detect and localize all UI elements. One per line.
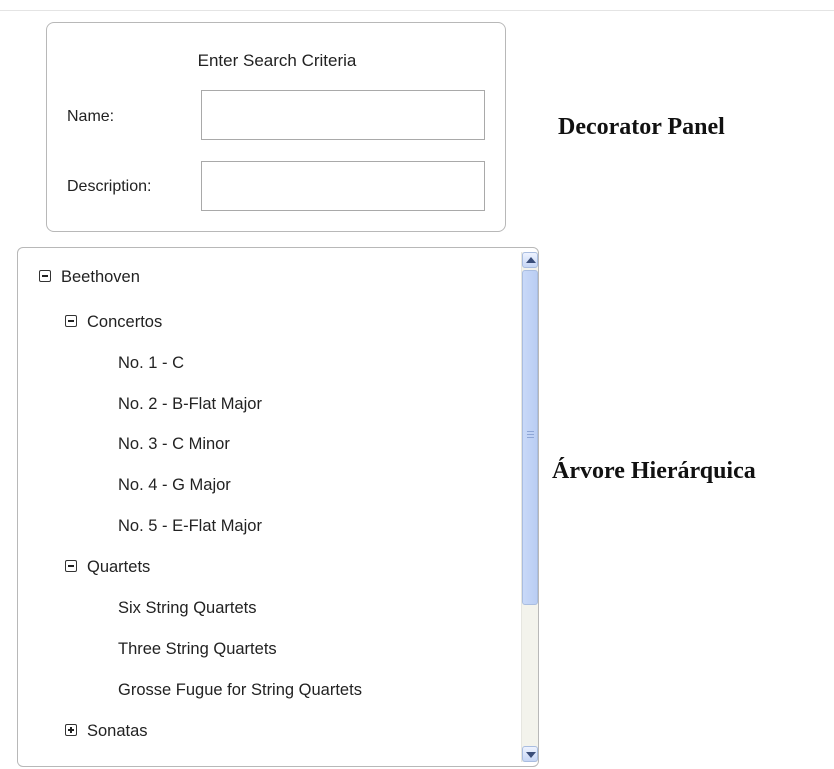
tree-leaf[interactable]: No. 4 - G Major [118, 473, 231, 497]
tree-caption: Árvore Hierárquica [552, 458, 756, 484]
grip-line [527, 431, 534, 432]
tree-leaf[interactable]: No. 3 - C Minor [118, 432, 230, 456]
top-divider [0, 10, 834, 11]
grip-line [527, 437, 534, 438]
tree-node-concertos[interactable]: Concertos [65, 310, 162, 334]
decorator-panel: Enter Search Criteria Name: Description: [46, 22, 506, 232]
tree-node-label: Quartets [87, 558, 151, 576]
name-input[interactable] [201, 90, 485, 140]
tree-leaf[interactable]: Six String Quartets [118, 596, 256, 620]
arrow-up-icon [526, 257, 536, 263]
scroll-thumb[interactable] [522, 270, 538, 605]
tree-node-label: Beethoven [61, 268, 140, 286]
tree-node-label: Sonatas [87, 722, 148, 740]
decorator-panel-caption: Decorator Panel [558, 114, 725, 140]
tree-node-sonatas[interactable]: Sonatas [65, 719, 148, 743]
expand-icon[interactable] [65, 724, 77, 736]
tree-leaf[interactable]: Grosse Fugue for String Quartets [118, 678, 362, 702]
collapse-icon[interactable] [65, 560, 77, 572]
scroll-down-button[interactable] [522, 746, 538, 762]
grip-line [527, 434, 534, 435]
tree-node-beethoven[interactable]: Beethoven [39, 265, 140, 289]
tree-node-label: Concertos [87, 313, 163, 331]
collapse-icon[interactable] [39, 270, 51, 282]
vertical-scrollbar[interactable] [521, 252, 538, 762]
scroll-up-button[interactable] [522, 252, 538, 268]
tree-panel: Beethoven Concertos No. 1 - C No. 2 - B-… [17, 247, 539, 767]
name-label: Name: [67, 108, 115, 125]
description-label: Description: [67, 178, 152, 195]
tree-node-quartets[interactable]: Quartets [65, 555, 150, 579]
tree-leaf[interactable]: No. 2 - B-Flat Major [118, 392, 262, 416]
tree-leaf[interactable]: No. 5 - E-Flat Major [118, 514, 262, 538]
search-title: Enter Search Criteria [197, 51, 357, 70]
arrow-down-icon [526, 752, 536, 758]
tree-leaf[interactable]: No. 1 - C [118, 351, 184, 375]
description-input[interactable] [201, 161, 485, 211]
collapse-icon[interactable] [65, 315, 77, 327]
tree-leaf[interactable]: Three String Quartets [118, 637, 277, 661]
